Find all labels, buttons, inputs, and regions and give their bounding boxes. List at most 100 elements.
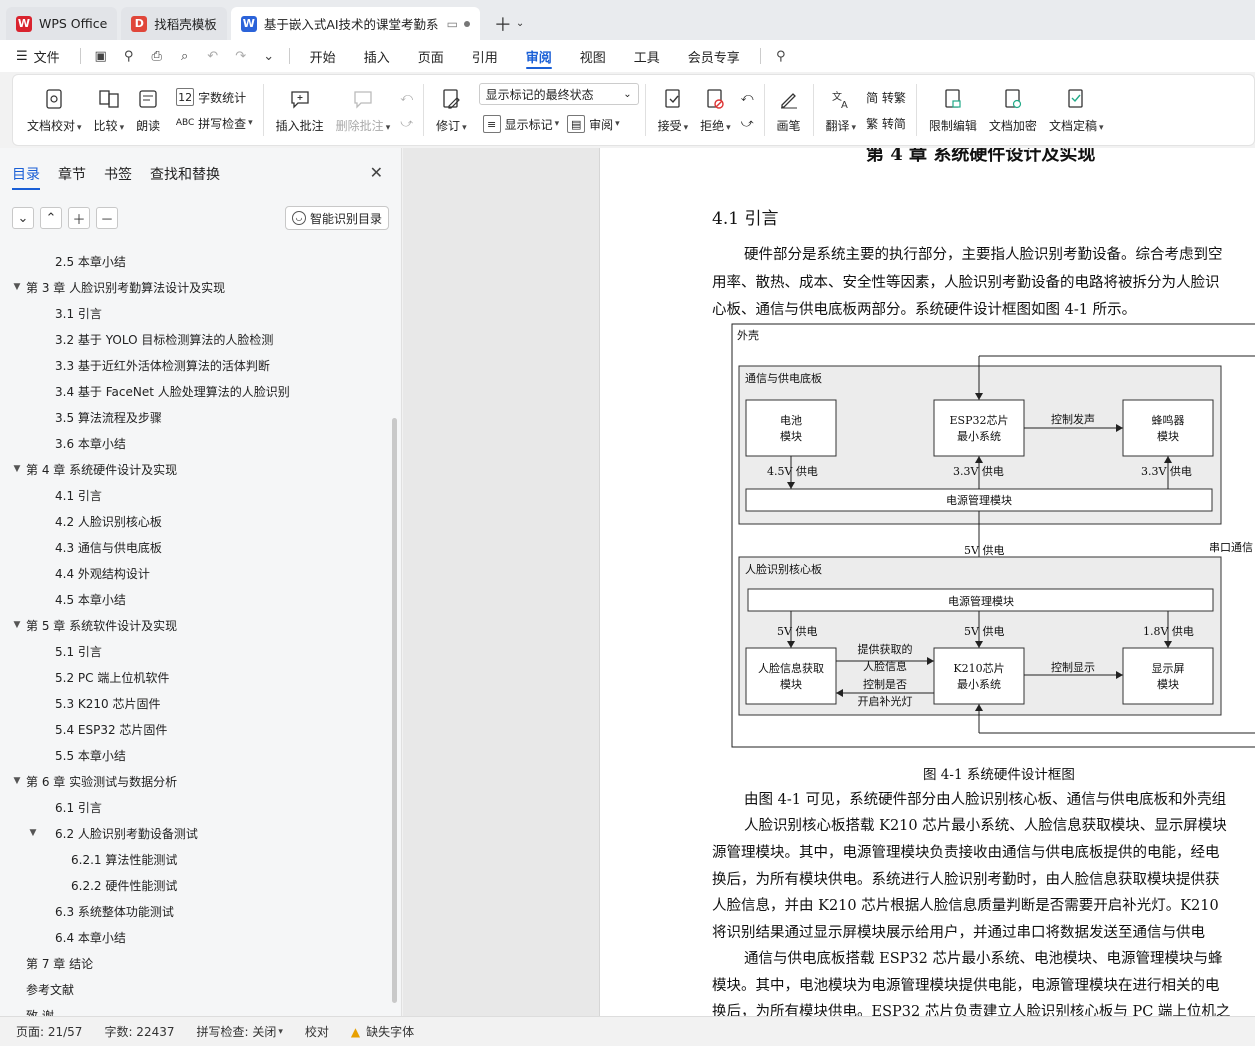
toc-item[interactable]: 3.4 基于 FaceNet 人脸处理算法的人脸识别 [0,378,392,404]
toc-item[interactable]: 3.5 算法流程及步骤 [0,404,392,430]
new-tab-button[interactable]: ＋ ⌄ [484,7,534,40]
menu-insert[interactable]: 插入 [350,40,404,72]
toc-item[interactable]: 5.5 本章小结 [0,742,392,768]
toc-item[interactable]: 3.3 基于近红外活体检测算法的活体判断 [0,352,392,378]
tab-template[interactable]: D 找稻壳模板 [121,7,227,40]
smart-toc-button[interactable]: ◡ 智能识别目录 [284,206,389,230]
expand-arrow-icon[interactable]: ▼ [10,282,24,292]
toc-item[interactable]: 参考文献 [0,976,392,1002]
chevron-down-icon[interactable]: ⌄ [12,207,34,229]
toc-item[interactable]: 5.4 ESP32 芯片固件 [0,716,392,742]
menu-review[interactable]: 审阅 [512,40,566,72]
link-icon[interactable]: ⚲ [115,40,143,72]
print-preview-icon[interactable]: ⌕ [171,40,199,72]
document-canvas[interactable]: 第 4 章 系统硬件设计及实现 4.1 引言 硬件部分是系统主要的执行部分，主要… [403,148,1255,1016]
save-icon[interactable]: ▣ [87,40,115,72]
toc-item[interactable]: 5.1 引言 [0,638,392,664]
minus-icon[interactable]: － [96,207,118,229]
toc-item[interactable]: 6.2.1 算法性能测试 [0,846,392,872]
page-indicator[interactable]: 页面: 21/57 [16,1023,82,1040]
read-aloud-button[interactable]: 朗读 [130,76,166,144]
to-simplified-button[interactable]: 繁 转简 [862,110,910,136]
toc-item[interactable]: 3.2 基于 YOLO 目标检测算法的人脸检测 [0,326,392,352]
add-icon[interactable]: ＋ [68,207,90,229]
toc-item[interactable]: 6.1 引言 [0,794,392,820]
search-icon[interactable]: ⚲ [767,40,795,72]
redo-icon[interactable]: ↷ [227,40,255,72]
show-markup-button[interactable]: ≡ 显示标记 ▾ [479,111,564,137]
toc-item[interactable]: ▼ 第 5 章 系统软件设计及实现 [0,612,392,638]
toc-scrollbar[interactable] [392,418,397,1003]
compare-button[interactable]: 比较 ▾ [88,76,131,144]
next-change-icon[interactable]: ⤻ [737,110,758,136]
tab-chapters[interactable]: 章节 [58,164,86,184]
tab-bookmarks[interactable]: 书签 [104,164,132,184]
compare-label: 比较 [93,118,118,133]
menu-tools[interactable]: 工具 [620,40,674,72]
menu-view[interactable]: 视图 [566,40,620,72]
tab-document[interactable]: W 基于嵌入式AI技术的课堂考勤系 ▭ [230,7,480,40]
markup-state-dropdown[interactable]: 显示标记的最终状态 ⌄ [478,83,639,105]
menu-reference[interactable]: 引用 [458,40,512,72]
toc-item[interactable]: 6.2.2 硬件性能测试 [0,872,392,898]
tab-toc[interactable]: 目录 [12,164,40,190]
missing-font-button[interactable]: ▲ 缺失字体 [351,1023,414,1040]
toc-item[interactable]: 3.1 引言 [0,300,392,326]
toc-item[interactable]: ▼ 第 3 章 人脸识别考勤算法设计及实现 [0,274,392,300]
menu-page[interactable]: 页面 [404,40,458,72]
accept-button[interactable]: 接受 ▾ [652,76,695,144]
toc-item[interactable]: 4.2 人脸识别核心板 [0,508,392,534]
chevron-up-icon[interactable]: ⌃ [40,207,62,229]
undo-icon[interactable]: ↶ [199,40,227,72]
toc-item[interactable]: ▼ 第 4 章 系统硬件设计及实现 [0,456,392,482]
toc-item[interactable]: 第 7 章 结论 [0,950,392,976]
menu-start[interactable]: 开始 [296,40,350,72]
toc-item[interactable]: ▼ 第 6 章 实验测试与数据分析 [0,768,392,794]
proofread-button[interactable]: 校对 [305,1023,329,1040]
translate-button[interactable]: 文A 翻译 ▾ [820,76,863,144]
word-count-button[interactable]: 12 字数统计 [172,84,257,110]
prev-comment-icon[interactable]: ⤺ [396,84,417,110]
expand-arrow-icon[interactable]: ▼ [10,620,24,630]
toc-item[interactable]: 4.4 外观结构设计 [0,560,392,586]
menu-member[interactable]: 会员专享 [674,40,754,72]
toc-item[interactable]: 6.3 系统整体功能测试 [0,898,392,924]
voltage-1-8v-label: 1.8V 供电 [1143,624,1194,638]
toc-item[interactable]: 4.1 引言 [0,482,392,508]
toc-item[interactable]: 4.5 本章小结 [0,586,392,612]
restrict-edit-button[interactable]: 限制编辑 [923,76,983,144]
prev-change-icon[interactable]: ⤺ [737,84,758,110]
review-pane-button[interactable]: ▤ 审阅 ▾ [563,111,624,137]
reject-button[interactable]: 拒绝 ▾ [694,76,737,144]
to-traditional-button[interactable]: 简 转繁 [862,84,910,110]
spell-check-button[interactable]: ABC 拼写检查 ▾ [172,110,257,136]
document-page[interactable]: 第 4 章 系统硬件设计及实现 4.1 引言 硬件部分是系统主要的执行部分，主要… [599,148,1255,1016]
toc-item[interactable]: 3.6 本章小结 [0,430,392,456]
chevron-down-icon[interactable]: ⌄ [255,40,283,72]
toc-item[interactable]: ▼ 6.2 人脸识别考勤设备测试 [0,820,392,846]
unsaved-dot-icon[interactable] [463,20,470,27]
expand-arrow-icon[interactable]: ▼ [10,464,24,474]
toc-item[interactable]: 5.2 PC 端上位机软件 [0,664,392,690]
close-icon[interactable]: ✕ [370,163,383,182]
toc-item[interactable]: 5.3 K210 芯片固件 [0,690,392,716]
spell-check-toggle[interactable]: 拼写检查: 关闭 ▾ [197,1023,283,1040]
next-comment-icon[interactable]: ⤻ [396,110,417,136]
toc-item[interactable]: 2.5 本章小结 [0,248,392,274]
toc-item[interactable]: 6.4 本章小结 [0,924,392,950]
track-changes-button[interactable]: 修订 ▾ [430,76,473,144]
expand-arrow-icon[interactable]: ▼ [26,828,40,838]
ink-button[interactable]: 画笔 [771,76,807,144]
word-count-indicator[interactable]: 字数: 22437 [104,1023,174,1040]
toc-item[interactable]: 4.3 通信与供电底板 [0,534,392,560]
insert-comment-button[interactable]: 插入批注 [270,76,330,144]
print-icon[interactable]: ⎙ [143,40,171,72]
doc-check-button[interactable]: 文档校对 ▾ [21,76,88,144]
expand-arrow-icon[interactable]: ▼ [10,776,24,786]
encrypt-button[interactable]: 文档加密 [983,76,1043,144]
delete-comment-button[interactable]: 删除批注 ▾ [330,76,397,144]
file-menu[interactable]: ☰ 文件 [0,40,74,72]
tab-wps-office[interactable]: W WPS Office [6,7,118,40]
tab-find-replace[interactable]: 查找和替换 [150,164,220,184]
finalize-button[interactable]: 文档定稿 ▾ [1043,76,1110,144]
